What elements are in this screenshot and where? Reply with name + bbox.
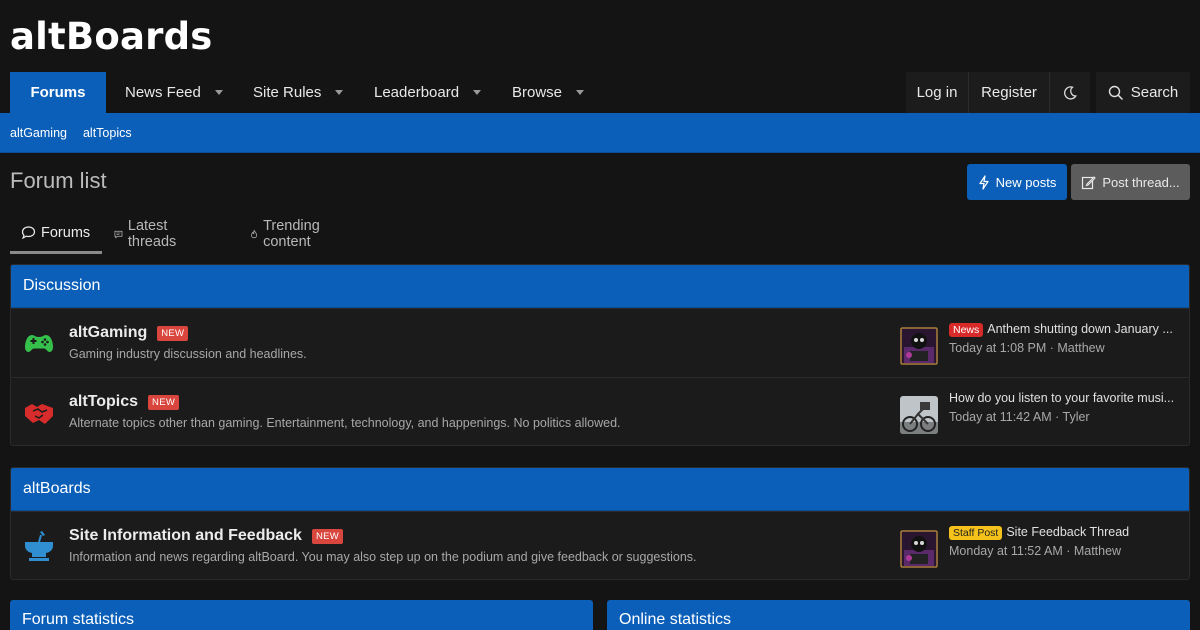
nav-forums[interactable]: Forums xyxy=(10,72,106,113)
category-block: altBoards Site Information and Feedback N… xyxy=(10,467,1190,580)
online-statistics-header: Online statistics xyxy=(607,600,1190,630)
nav-browse[interactable]: Browse xyxy=(512,72,585,113)
nav-site-rules[interactable]: Site Rules xyxy=(253,72,344,113)
forum-description: Alternate topics other than gaming. Ente… xyxy=(69,416,621,430)
new-posts-label: New posts xyxy=(995,174,1057,190)
latest-thread-link[interactable]: How do you listen to your favorite musi.… xyxy=(949,391,1181,405)
forum-node: altGaming NEW Gaming industry discussion … xyxy=(11,308,1189,377)
latest-thread-title: Site Feedback Thread xyxy=(1006,525,1130,539)
nav-news-feed-label: News Feed xyxy=(125,84,201,101)
nav-browse-label: Browse xyxy=(512,84,563,101)
forum-node: altTopics NEW Alternate topics other than… xyxy=(11,377,1189,445)
search-icon xyxy=(1108,85,1123,100)
latest-thread-link[interactable]: News Anthem shutting down January ... xyxy=(949,322,1181,337)
post-thread-button[interactable]: Post thread... xyxy=(1071,164,1190,200)
online-statistics-title: Online statistics xyxy=(619,611,732,628)
chevron-down-icon[interactable] xyxy=(576,90,585,95)
nav-leaderboard[interactable]: Leaderboard xyxy=(374,72,482,113)
gamepad-icon xyxy=(24,335,54,352)
latest-post-meta[interactable]: Today at 1:08 PM · Matthew xyxy=(949,341,1105,355)
login-label: Log in xyxy=(916,84,958,101)
new-badge: NEW xyxy=(148,394,180,410)
login-link[interactable]: Log in xyxy=(906,72,968,113)
forum-description: Information and news regarding altBoard.… xyxy=(69,550,697,564)
new-badge: NEW xyxy=(311,528,344,544)
tab-latest-threads[interactable]: Latest threads xyxy=(114,214,182,254)
tab-forums[interactable]: Forums xyxy=(10,214,102,254)
handshake-icon xyxy=(25,404,53,424)
category-title: altBoards xyxy=(23,480,91,497)
nav-news-feed[interactable]: News Feed xyxy=(125,72,223,113)
tab-trending-content-label: Trending content xyxy=(263,218,320,250)
sub-nav: altGaming altTopics xyxy=(0,113,1200,153)
moon-icon xyxy=(1064,85,1077,100)
chevron-down-icon[interactable] xyxy=(214,90,223,95)
category-block: Discussion altGaming NEW Gaming industry … xyxy=(10,264,1190,446)
forum-title-link[interactable]: altGaming NEW xyxy=(69,324,189,342)
forum-title: altTopics xyxy=(69,393,139,410)
subnav-item-alttopics[interactable]: altTopics xyxy=(83,126,132,140)
latest-thread-title: How do you listen to your favorite musi.… xyxy=(949,391,1175,405)
nav-leaderboard-label: Leaderboard xyxy=(374,84,460,101)
register-link[interactable]: Register xyxy=(969,72,1049,113)
new-posts-button[interactable]: New posts xyxy=(967,164,1067,200)
category-header[interactable]: altBoards xyxy=(11,468,1189,511)
register-label: Register xyxy=(981,84,1037,101)
latest-thread-title: Anthem shutting down January ... xyxy=(987,322,1173,336)
chevron-down-icon[interactable] xyxy=(473,90,482,95)
tab-latest-threads-label: Latest threads xyxy=(127,218,177,250)
forum-node: Site Information and Feedback NEW Informa… xyxy=(11,511,1189,579)
post-thread-label: Post thread... xyxy=(1102,174,1180,190)
latest-post-meta[interactable]: Monday at 11:52 AM · Matthew xyxy=(949,544,1121,558)
subnav-item-altgaming[interactable]: altGaming xyxy=(10,126,67,140)
nav-site-rules-label: Site Rules xyxy=(253,84,322,101)
page-title: Forum list xyxy=(10,168,107,193)
user-avatar[interactable] xyxy=(900,327,938,365)
nav-forums-label: Forums xyxy=(30,84,86,101)
forum-title-link[interactable]: Site Information and Feedback NEW xyxy=(69,527,344,545)
bolt-icon xyxy=(979,174,989,190)
forum-description: Gaming industry discussion and headlines… xyxy=(69,347,307,361)
category-title: Discussion xyxy=(23,277,101,294)
search-button[interactable]: Search xyxy=(1096,72,1190,113)
fire-icon xyxy=(251,229,257,239)
latest-post-meta[interactable]: Today at 11:42 AM · Tyler xyxy=(949,410,1090,424)
speech-bubble-icon xyxy=(21,226,36,240)
forum-title: Site Information and Feedback xyxy=(69,527,302,544)
staff-post-prefix: Staff Post xyxy=(949,526,1003,540)
chevron-down-icon[interactable] xyxy=(335,90,344,95)
forum-statistics-title: Forum statistics xyxy=(22,611,135,628)
category-header[interactable]: Discussion xyxy=(11,265,1189,308)
user-avatar[interactable] xyxy=(900,396,938,434)
message-icon xyxy=(114,230,123,239)
latest-thread-link[interactable]: Staff Post Site Feedback Thread xyxy=(949,525,1181,540)
tab-forums-label: Forums xyxy=(41,224,91,241)
tab-trending-content[interactable]: Trending content xyxy=(250,214,326,254)
user-avatar[interactable] xyxy=(900,530,938,568)
site-logo[interactable]: altBoards xyxy=(10,15,212,58)
news-prefix: News xyxy=(949,323,984,337)
header: altBoards xyxy=(0,0,1200,72)
search-label: Search xyxy=(1130,84,1179,101)
forum-statistics-header: Forum statistics xyxy=(10,600,593,630)
main-nav: Forums News Feed Site Rules Leaderboard … xyxy=(0,72,1200,113)
edit-icon xyxy=(1082,175,1097,189)
forum-title: altGaming xyxy=(69,324,148,341)
new-badge: NEW xyxy=(157,325,189,341)
theme-toggle[interactable] xyxy=(1050,72,1090,113)
podium-icon xyxy=(25,531,53,561)
forum-title-link[interactable]: altTopics NEW xyxy=(69,393,180,411)
